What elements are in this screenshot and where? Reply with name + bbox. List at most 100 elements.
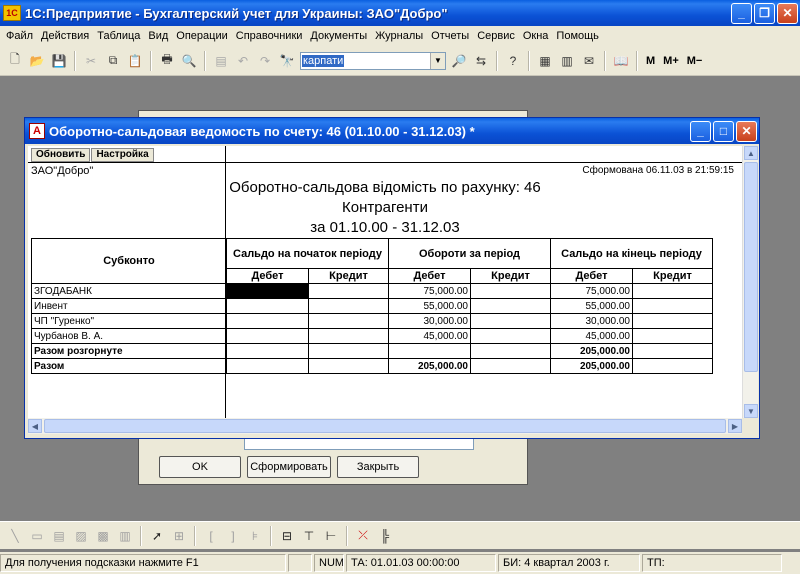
selected-cell[interactable] <box>226 283 309 299</box>
cell[interactable] <box>226 298 309 314</box>
total-expanded-row[interactable]: Разом розгорнуте 205,000.00 <box>31 343 713 359</box>
memory-plus-button[interactable]: M+ <box>663 55 679 67</box>
menu-table[interactable]: Таблица <box>93 30 144 42</box>
cell[interactable] <box>226 313 309 329</box>
form-button[interactable]: Сформировать <box>247 456 331 478</box>
cell[interactable] <box>632 343 713 359</box>
memory-button[interactable]: M <box>646 55 655 67</box>
close-dialog-button[interactable]: Закрыть <box>337 456 419 478</box>
cell[interactable] <box>470 298 551 314</box>
horizontal-scrollbar[interactable]: ◀ ▶ <box>28 418 742 434</box>
row-name[interactable]: ЗГОДАБАНК <box>31 283 227 299</box>
calendar-icon[interactable]: ▥ <box>557 51 577 71</box>
search-combobox[interactable]: карпати ▼ <box>300 51 446 70</box>
total-row[interactable]: Разом 205,000.00 205,000.00 <box>31 358 713 374</box>
menu-windows[interactable]: Окна <box>519 30 553 42</box>
cell[interactable] <box>226 343 309 359</box>
cell[interactable]: 205,000.00 <box>550 343 633 359</box>
scroll-thumb[interactable] <box>44 419 726 433</box>
bracket-left-icon[interactable]: [ <box>201 526 221 546</box>
cell[interactable] <box>308 358 389 374</box>
text-frame-icon[interactable]: ▤ <box>49 526 69 546</box>
table-row[interactable]: ЗГОДАБАНК 75,000.00 75,000.00 <box>31 283 713 299</box>
columns-icon[interactable]: ⊟ <box>277 526 297 546</box>
cell[interactable] <box>632 313 713 329</box>
cell[interactable] <box>470 343 551 359</box>
find-replace-icon[interactable]: ⇆ <box>471 51 491 71</box>
find-next-icon[interactable]: 🔎 <box>449 51 469 71</box>
menu-documents[interactable]: Документы <box>306 30 371 42</box>
cell[interactable]: 205,000.00 <box>388 358 471 374</box>
menu-operations[interactable]: Операции <box>172 30 231 42</box>
pointer-icon[interactable]: ➚ <box>147 526 167 546</box>
cell[interactable]: 75,000.00 <box>388 283 471 299</box>
cell[interactable] <box>470 358 551 374</box>
table-row[interactable]: Чурбанов В. А. 45,000.00 45,000.00 <box>31 328 713 344</box>
row-name[interactable]: Разом <box>31 358 227 374</box>
chart-icon[interactable]: ▥ <box>115 526 135 546</box>
menu-file[interactable]: Файл <box>2 30 37 42</box>
print-preview-icon[interactable]: 🔍 <box>179 51 199 71</box>
memory-minus-button[interactable]: M− <box>687 55 703 67</box>
cell[interactable]: 55,000.00 <box>388 298 471 314</box>
no-cross-icon[interactable]: ⤫ <box>353 526 373 546</box>
copy-icon[interactable]: ⧉ <box>103 51 123 71</box>
grid-icon[interactable]: ⊞ <box>169 526 189 546</box>
cell[interactable] <box>226 328 309 344</box>
report-minimize-button[interactable]: _ <box>690 120 711 142</box>
cell[interactable]: 75,000.00 <box>550 283 633 299</box>
menu-actions[interactable]: Действия <box>37 30 93 42</box>
new-document-icon[interactable]: 🗋 <box>5 51 25 71</box>
cell[interactable] <box>308 328 389 344</box>
row-name[interactable]: Разом розгорнуте <box>31 343 227 359</box>
row-name[interactable]: Чурбанов В. А. <box>31 328 227 344</box>
cell[interactable] <box>470 313 551 329</box>
properties-icon[interactable]: ▤ <box>211 51 231 71</box>
cell[interactable]: 30,000.00 <box>550 313 633 329</box>
find-binoculars-icon[interactable]: 🔭 <box>277 51 297 71</box>
cell[interactable] <box>308 313 389 329</box>
book-icon[interactable]: 📖 <box>611 51 631 71</box>
rectangle-tool-icon[interactable]: ▭ <box>27 526 47 546</box>
close-button[interactable]: ✕ <box>777 2 798 24</box>
cell[interactable]: 45,000.00 <box>388 328 471 344</box>
table-headers-icon[interactable]: ⊤ <box>299 526 319 546</box>
vertical-scrollbar[interactable]: ▲ ▼ <box>742 146 758 418</box>
scroll-up-icon[interactable]: ▲ <box>744 146 758 160</box>
cell[interactable] <box>308 298 389 314</box>
table-row[interactable]: Инвент 55,000.00 55,000.00 <box>31 298 713 314</box>
calculator-icon[interactable]: ▦ <box>535 51 555 71</box>
ok-button[interactable]: OK <box>159 456 241 478</box>
mail-icon[interactable]: ✉ <box>579 51 599 71</box>
print-icon[interactable]: 🖶 <box>157 51 177 71</box>
open-folder-icon[interactable]: 📂 <box>27 51 47 71</box>
picture-icon[interactable]: ▨ <box>71 526 91 546</box>
row-headers-icon[interactable]: ⊢ <box>321 526 341 546</box>
undo-icon[interactable]: ↶ <box>233 51 253 71</box>
cell[interactable] <box>632 328 713 344</box>
restore-button[interactable]: ❐ <box>754 2 775 24</box>
cell[interactable] <box>308 343 389 359</box>
bracket-right-icon[interactable]: ] <box>223 526 243 546</box>
cell[interactable] <box>632 358 713 374</box>
row-name[interactable]: Инвент <box>31 298 227 314</box>
ole-object-icon[interactable]: ▩ <box>93 526 113 546</box>
fix-table-icon[interactable]: ╠ <box>375 526 395 546</box>
cell[interactable] <box>470 328 551 344</box>
save-icon[interactable]: 💾 <box>49 51 69 71</box>
align-icon[interactable]: ⊧ <box>245 526 265 546</box>
cut-icon[interactable]: ✂ <box>81 51 101 71</box>
paste-icon[interactable]: 📋 <box>125 51 145 71</box>
cell[interactable] <box>632 298 713 314</box>
cell[interactable] <box>308 283 389 299</box>
table-row[interactable]: ЧП "Гуренко" 30,000.00 30,000.00 <box>31 313 713 329</box>
redo-icon[interactable]: ↷ <box>255 51 275 71</box>
cell[interactable] <box>470 283 551 299</box>
line-tool-icon[interactable]: ╲ <box>5 526 25 546</box>
report-close-button[interactable]: ✕ <box>736 120 757 142</box>
chevron-down-icon[interactable]: ▼ <box>430 52 445 69</box>
scroll-left-icon[interactable]: ◀ <box>28 419 42 433</box>
refresh-button[interactable]: Обновить <box>31 148 91 162</box>
menu-view[interactable]: Вид <box>144 30 172 42</box>
cell[interactable] <box>632 283 713 299</box>
